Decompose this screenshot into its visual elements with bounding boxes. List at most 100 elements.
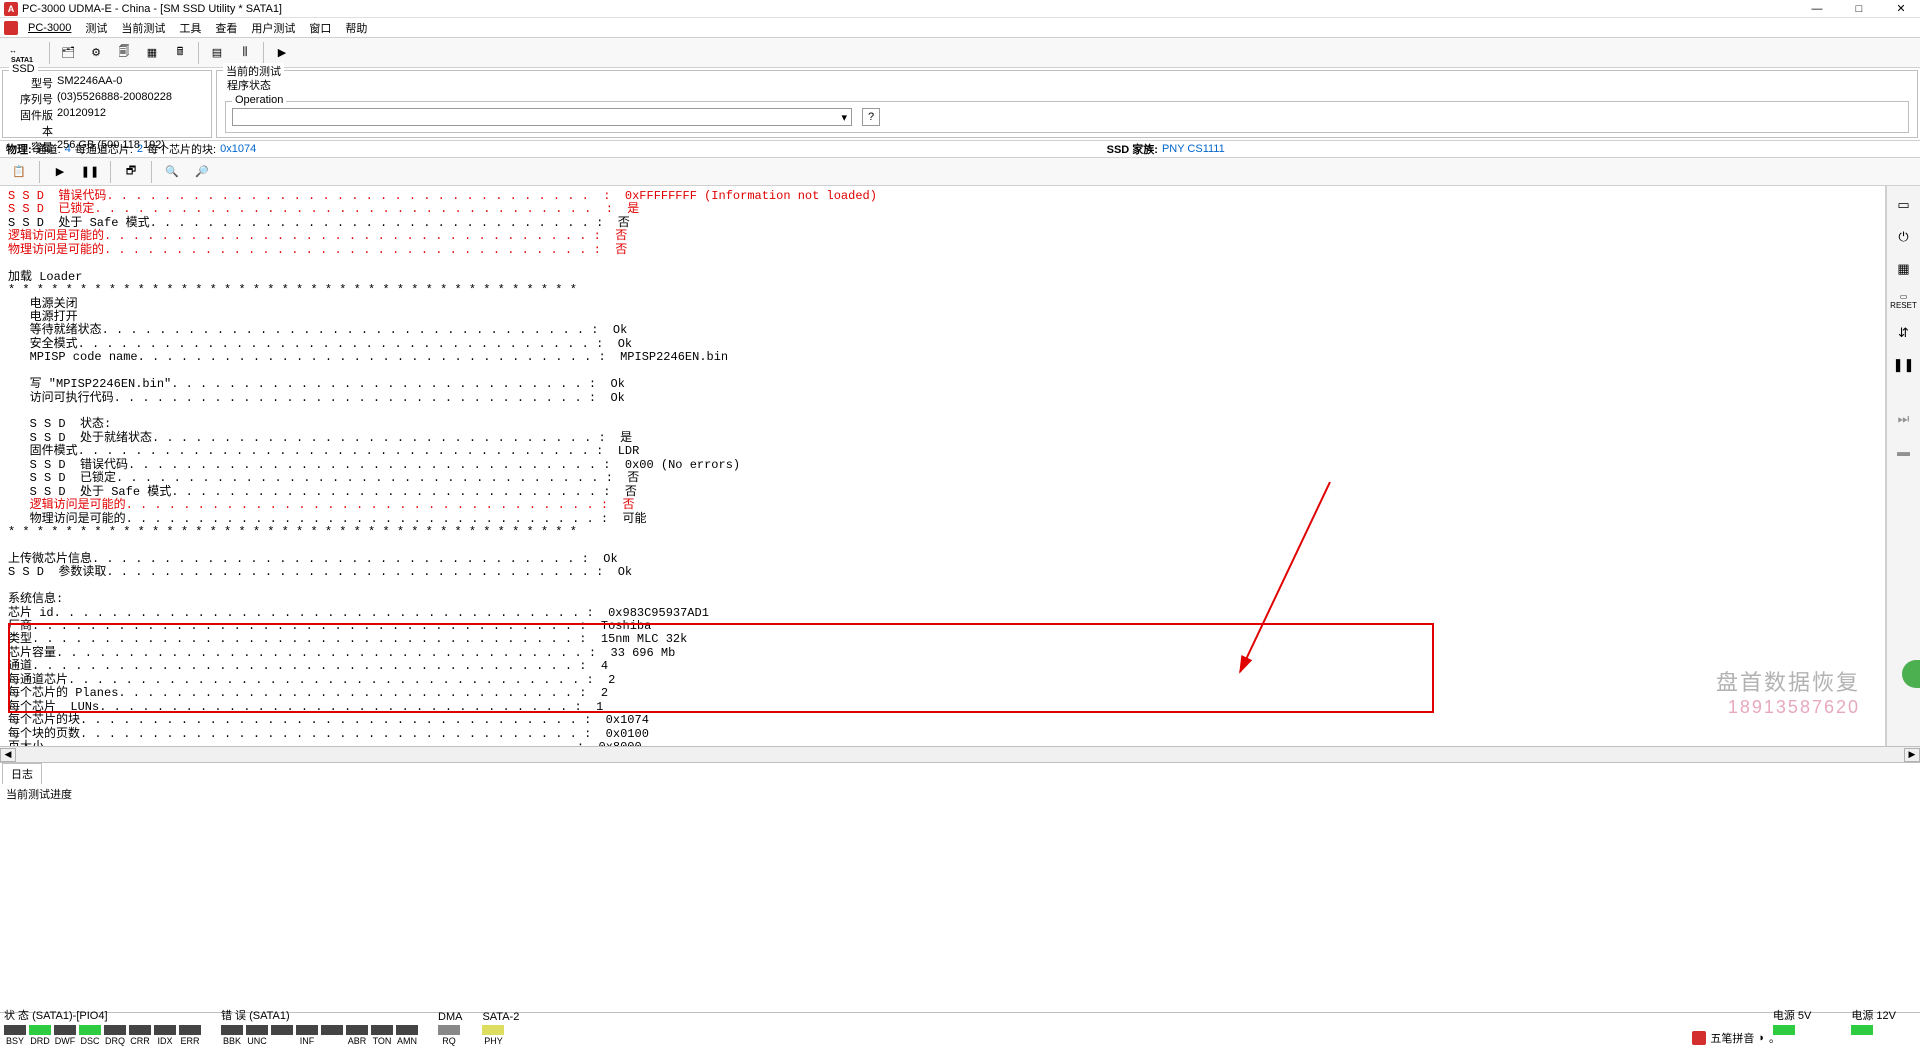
tool-calc-icon[interactable]: 🖩: [167, 40, 193, 66]
menu-brand[interactable]: PC-3000: [22, 20, 77, 36]
led-rq: RQ: [438, 1025, 460, 1046]
log-line: 逻辑访问是可能的. . . . . . . . . . . . . . . . …: [8, 499, 1877, 512]
led-indicator: [296, 1025, 318, 1035]
log-line: 类型. . . . . . . . . . . . . . . . . . . …: [8, 633, 1877, 646]
run-button[interactable]: ▶: [269, 40, 295, 66]
led-indicator: [54, 1025, 76, 1035]
log-line: 逻辑访问是可能的. . . . . . . . . . . . . . . . …: [8, 230, 1877, 243]
led-abr: ABR: [346, 1025, 368, 1046]
maximize-button[interactable]: □: [1844, 1, 1874, 17]
led-label: [331, 1036, 334, 1046]
current-test-title: 当前的测试: [223, 63, 284, 79]
led-label: TON: [373, 1036, 392, 1046]
log-line: 每个芯片的块. . . . . . . . . . . . . . . . . …: [8, 714, 1877, 727]
menu-bar: PC-3000 测试 当前测试 工具 查看 用户测试 窗口 帮助: [0, 18, 1920, 38]
menu-view[interactable]: 查看: [209, 18, 243, 38]
led-indicator: [321, 1025, 343, 1035]
led-label: [281, 1036, 284, 1046]
power-5v-label: 电源 5V: [1773, 1007, 1812, 1023]
sata-port-button[interactable]: ↔SATA1: [4, 40, 44, 66]
window-button[interactable]: 🗗: [118, 159, 144, 185]
led-label: ERR: [180, 1036, 199, 1046]
led-label: RQ: [442, 1036, 456, 1046]
led-ton: TON: [371, 1025, 393, 1046]
ssd-info-panel: SSD 型号SM2246AA-0 序列号(03)5526888-20080228…: [2, 70, 212, 138]
tool-grid-icon[interactable]: ▤: [204, 40, 230, 66]
led-crr: CRR: [129, 1025, 151, 1046]
side-pause-icon[interactable]: ❚❚: [1893, 354, 1915, 376]
led-indicator: [438, 1025, 460, 1035]
log-output[interactable]: S S D 错误代码. . . . . . . . . . . . . . . …: [0, 186, 1886, 746]
secondary-toolbar: 📋 ▶ ❚❚ 🗗 🔍 🔎: [0, 158, 1920, 186]
menu-window[interactable]: 窗口: [303, 18, 337, 38]
fw-value: 20120912: [57, 107, 106, 139]
tool-gear-icon[interactable]: ⚙: [83, 40, 109, 66]
tool-waveform-icon[interactable]: ⫼: [232, 40, 258, 66]
copy-button[interactable]: 📋: [6, 159, 32, 185]
status-g1-title: 状 态 (SATA1)-[PIO4]: [4, 1007, 201, 1023]
led-dsc: DSC: [79, 1025, 101, 1046]
log-line: 等待就绪状态. . . . . . . . . . . . . . . . . …: [8, 324, 1877, 337]
side-skip-icon[interactable]: ⏭: [1893, 408, 1915, 430]
side-slider-icon[interactable]: ▬: [1893, 440, 1915, 462]
log-line: 写 "MPISP2246EN.bin". . . . . . . . . . .…: [8, 378, 1877, 391]
model-label: 型号: [11, 75, 57, 91]
side-chip-icon[interactable]: ▭: [1893, 194, 1915, 216]
menu-help[interactable]: 帮助: [339, 18, 373, 38]
led-label: AMN: [397, 1036, 417, 1046]
led-dwf: DWF: [54, 1025, 76, 1046]
menu-tools[interactable]: 工具: [173, 18, 207, 38]
log-line: [8, 405, 1877, 418]
scroll-right-button[interactable]: ▶: [1904, 748, 1920, 762]
svg-text:↔: ↔: [9, 46, 17, 55]
log-line: S S D 状态:: [8, 418, 1877, 431]
physical-info-bar: 物理: 通道: 4 每通道芯片: 2 每个芯片的块: 0x1074 SSD 家族…: [0, 140, 1920, 158]
ssd-panel-title: SSD: [9, 63, 38, 75]
ime-punct-icon: 。: [1769, 1030, 1780, 1046]
operation-label: Operation: [232, 94, 286, 106]
serial-value: (03)5526888-20080228: [57, 91, 172, 107]
scroll-left-button[interactable]: ◀: [0, 748, 16, 762]
side-power-icon[interactable]: ⏻: [1893, 226, 1915, 248]
status-g4-title: SATA-2: [482, 1011, 519, 1023]
current-test-panel: 当前的测试 程序状态 Operation ▾ ?: [216, 70, 1918, 138]
operation-fieldset: Operation ▾ ?: [225, 101, 1909, 133]
led-drd: DRD: [29, 1025, 51, 1046]
app-icon: A: [4, 2, 18, 16]
pause-button[interactable]: ❚❚: [77, 159, 103, 185]
operation-dropdown[interactable]: ▾: [232, 108, 852, 126]
ssd-family-label: SSD 家族:: [1107, 141, 1158, 157]
blocks-per-chip-value: 0x1074: [220, 143, 256, 155]
led-label: CRR: [130, 1036, 150, 1046]
led-unc: UNC: [246, 1025, 268, 1046]
close-button[interactable]: ✕: [1886, 1, 1916, 17]
led-label: ABR: [348, 1036, 367, 1046]
help-button[interactable]: ?: [862, 108, 880, 126]
side-reset-icon[interactable]: ▭RESET: [1893, 290, 1915, 312]
status-group-dma: DMA RQ: [438, 1011, 462, 1046]
fw-label: 固件版本: [11, 107, 57, 139]
power-12v: 电源 12V: [1851, 1007, 1896, 1046]
led-indicator: [129, 1025, 151, 1035]
tool-hex-icon[interactable]: ▦: [139, 40, 165, 66]
menu-user-test[interactable]: 用户测试: [245, 18, 301, 38]
led-indicator: [154, 1025, 176, 1035]
log-line: 物理访问是可能的. . . . . . . . . . . . . . . . …: [8, 244, 1877, 257]
ime-indicator[interactable]: 五笔拼音 ◗ 。: [1692, 1030, 1780, 1046]
menu-test[interactable]: 测试: [79, 18, 113, 38]
horizontal-scrollbar[interactable]: ◀ ▶: [0, 746, 1920, 762]
tool-compare-icon[interactable]: 🗐: [111, 40, 137, 66]
log-line: 通道. . . . . . . . . . . . . . . . . . . …: [8, 660, 1877, 673]
side-hex-icon[interactable]: ▦: [1893, 258, 1915, 280]
minimize-button[interactable]: —: [1802, 1, 1832, 17]
side-usb-icon[interactable]: ⇵: [1893, 322, 1915, 344]
tool-id-icon[interactable]: 🗂: [55, 40, 81, 66]
tab-log[interactable]: 日志: [2, 763, 42, 784]
find-button[interactable]: 🔍: [159, 159, 185, 185]
led-indicator: [346, 1025, 368, 1035]
play-button[interactable]: ▶: [47, 159, 73, 185]
log-line: [8, 539, 1877, 552]
title-bar: A PC-3000 UDMA-E - China - [SM SSD Utili…: [0, 0, 1920, 18]
menu-current-test[interactable]: 当前测试: [115, 18, 171, 38]
find-next-button[interactable]: 🔎: [189, 159, 215, 185]
